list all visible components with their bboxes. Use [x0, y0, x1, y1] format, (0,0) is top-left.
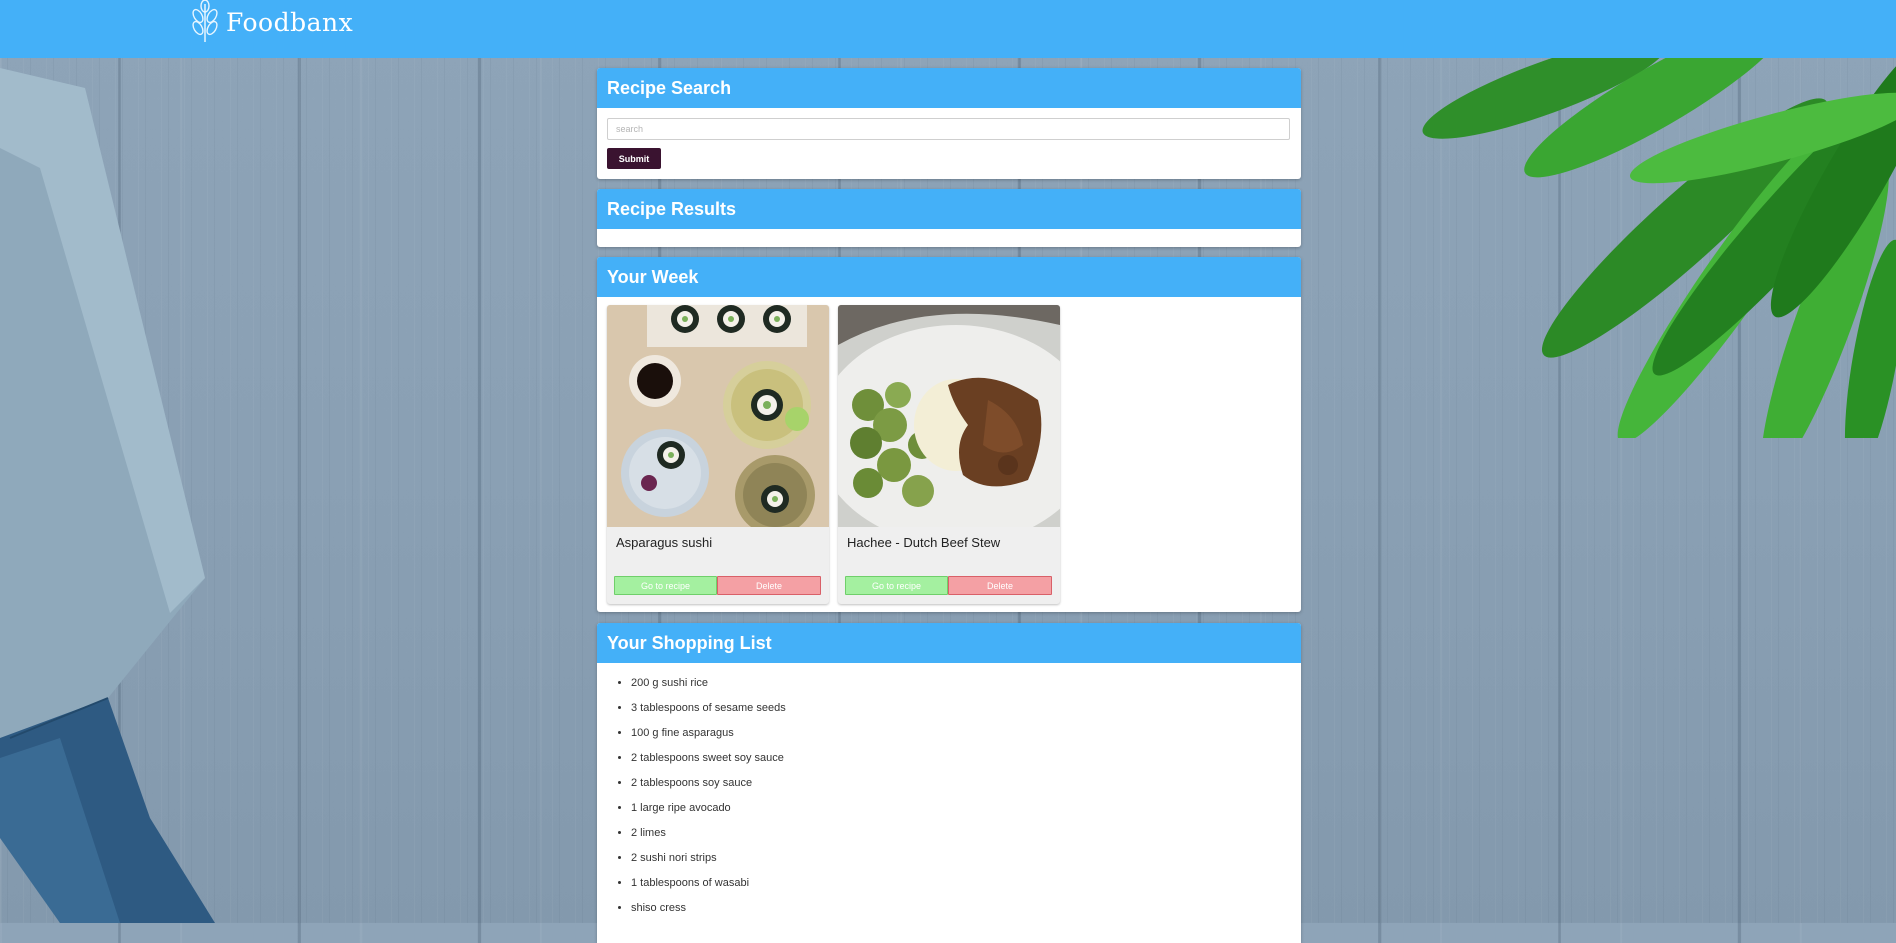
- recipe-title: Hachee - Dutch Beef Stew: [847, 535, 1001, 550]
- list-item: 2 tablespoons sweet soy sauce: [631, 746, 786, 771]
- delete-button[interactable]: Delete: [948, 576, 1052, 595]
- shopping-list-heading: Your Shopping List: [597, 623, 1301, 663]
- recipe-results-panel: Recipe Results: [597, 189, 1301, 247]
- shopping-list-panel: Your Shopping List 200 g sushi rice 3 ta…: [597, 623, 1301, 943]
- shopping-list: 200 g sushi rice 3 tablespoons of sesame…: [597, 671, 786, 921]
- knife-illustration: [0, 68, 215, 923]
- your-week-heading: Your Week: [597, 257, 1301, 297]
- list-item: 200 g sushi rice: [631, 671, 786, 696]
- list-item: shiso cress: [631, 896, 786, 921]
- recipe-card: Hachee - Dutch Beef Stew Go to recipe De…: [838, 305, 1060, 604]
- list-item: 2 sushi nori strips: [631, 846, 786, 871]
- go-to-recipe-button[interactable]: Go to recipe: [845, 576, 948, 595]
- list-item: 100 g fine asparagus: [631, 721, 786, 746]
- green-leaves-illustration: [1422, 58, 1896, 438]
- your-week-panel: Your Week Asparagus sushi Go to recipe D…: [597, 257, 1301, 612]
- list-item: 1 tablespoons of wasabi: [631, 871, 786, 896]
- top-navbar: Foodbanx: [0, 0, 1896, 58]
- go-to-recipe-button[interactable]: Go to recipe: [614, 576, 717, 595]
- recipe-image-hachee: [838, 305, 1060, 527]
- submit-button[interactable]: Submit: [607, 148, 661, 169]
- list-item: 2 limes: [631, 821, 786, 846]
- recipe-card: Asparagus sushi Go to recipe Delete: [607, 305, 829, 604]
- list-item: 1 large ripe avocado: [631, 796, 786, 821]
- recipe-search-panel: Recipe Search Submit: [597, 68, 1301, 179]
- recipe-image-sushi: [607, 305, 829, 527]
- recipe-title: Asparagus sushi: [616, 535, 713, 550]
- recipe-results-heading: Recipe Results: [597, 189, 1301, 229]
- wheat-leaf-icon: [192, 0, 218, 42]
- brand-name: Foodbanx: [226, 7, 354, 37]
- delete-button[interactable]: Delete: [717, 576, 821, 595]
- recipe-search-heading: Recipe Search: [597, 68, 1301, 108]
- search-input[interactable]: [607, 118, 1290, 140]
- list-item: 3 tablespoons of sesame seeds: [631, 696, 786, 721]
- list-item: 2 tablespoons soy sauce: [631, 771, 786, 796]
- brand-logo[interactable]: Foodbanx: [188, 0, 353, 44]
